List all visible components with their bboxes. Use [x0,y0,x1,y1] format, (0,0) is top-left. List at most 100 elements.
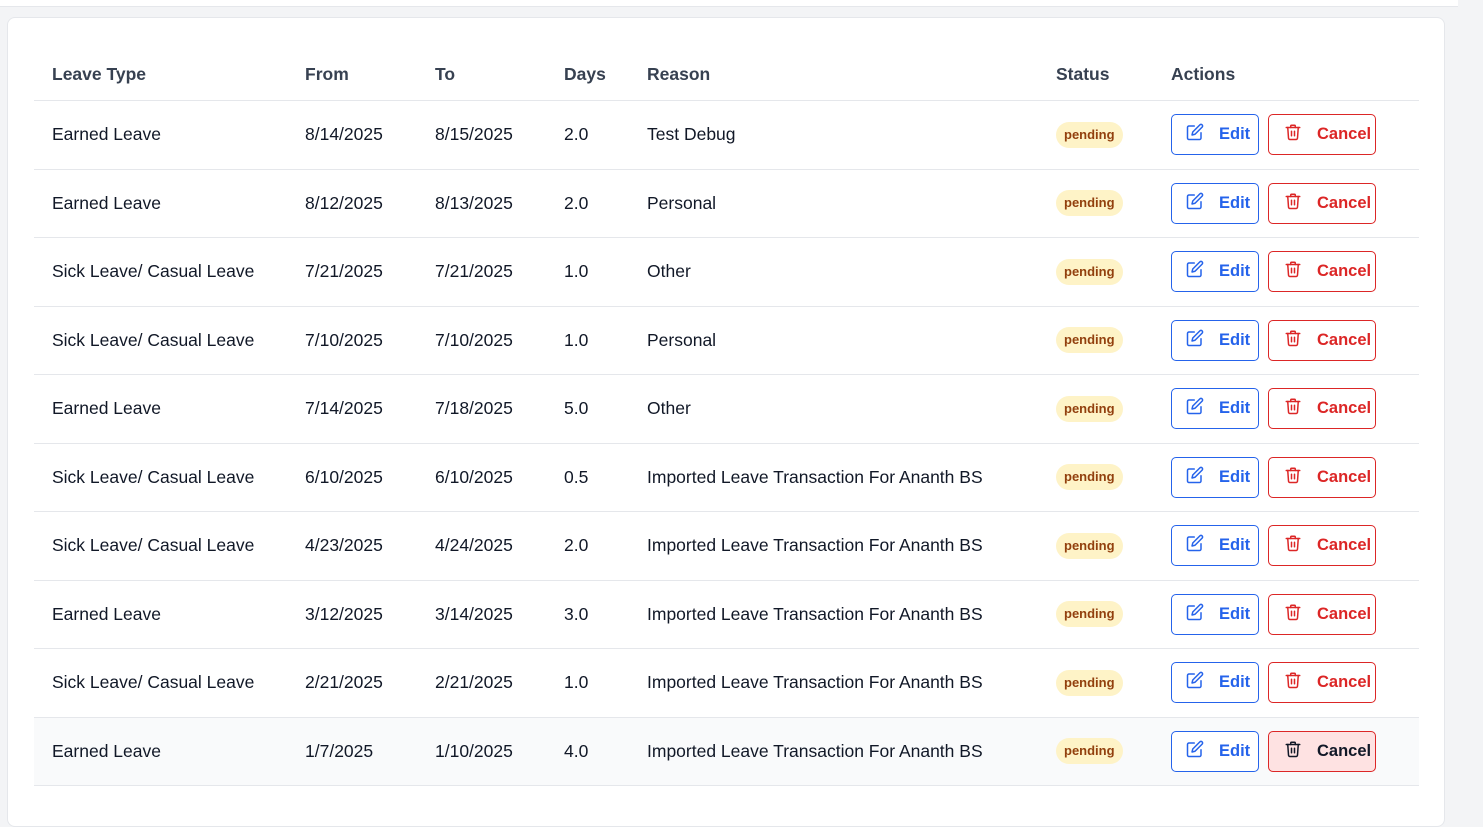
edit-icon [1186,603,1219,626]
cancel-button[interactable]: Cancel [1268,319,1376,361]
cancel-button[interactable]: Cancel [1268,456,1376,498]
cell-days: 4.0 [564,740,589,761]
cell-leave-type: Earned Leave [52,603,161,624]
cell-to: 3/14/2025 [435,603,513,624]
cancel-button-label: Cancel [1317,741,1372,760]
edit-button[interactable]: Edit [1171,251,1259,293]
cell-reason: Imported Leave Transaction For Ananth BS [647,603,983,624]
cancel-button-label: Cancel [1317,193,1372,212]
cancel-button[interactable]: Cancel [1268,593,1376,635]
status-badge: pending [1056,121,1123,148]
edit-icon [1186,192,1219,215]
table-body: Earned Leave 8/14/2025 8/15/2025 2.0 Test De… [34,101,1419,786]
edit-button-label: Edit [1219,262,1251,281]
table-row: Sick Leave/ Casual Leave 4/23/2025 4/24/20… [34,512,1419,581]
edit-button[interactable]: Edit [1171,730,1259,772]
edit-button[interactable]: Edit [1171,525,1259,567]
header-days: Days [564,64,606,84]
cell-from: 8/12/2025 [305,192,383,213]
cell-leave-type: Earned Leave [52,398,161,419]
trash-icon [1284,671,1317,694]
edit-button[interactable]: Edit [1171,114,1259,156]
status-badge: pending [1056,464,1123,491]
edit-icon [1186,397,1219,420]
cancel-button-label: Cancel [1317,399,1372,418]
cell-to: 7/10/2025 [435,329,513,350]
edit-button-label: Edit [1219,741,1251,760]
cancel-button[interactable]: Cancel [1268,662,1376,704]
edit-button-label: Edit [1219,330,1251,349]
cell-leave-type: Earned Leave [52,192,161,213]
top-bar [0,0,1483,7]
cell-status: pending [1056,601,1171,628]
cancel-button[interactable]: Cancel [1268,182,1376,224]
cell-reason: Imported Leave Transaction For Ananth BS [647,466,983,487]
cell-to: 6/10/2025 [435,466,513,487]
cell-reason: Imported Leave Transaction For Ananth BS [647,672,983,693]
cell-days: 1.0 [564,672,589,693]
status-badge: pending [1056,601,1123,628]
cell-actions: Edit Cancel [1171,114,1376,156]
cell-status: pending [1056,669,1171,696]
edit-button-label: Edit [1219,467,1251,486]
cancel-button-label: Cancel [1317,467,1372,486]
cell-status: pending [1056,327,1171,354]
cell-actions: Edit Cancel [1171,593,1376,635]
edit-button[interactable]: Edit [1171,319,1259,361]
header-from: From [305,64,349,84]
cell-leave-type: Earned Leave [52,740,161,761]
cell-leave-type: Sick Leave/ Casual Leave [52,672,255,693]
edit-button-label: Edit [1219,193,1251,212]
cell-days: 2.0 [564,535,589,556]
cell-leave-type: Sick Leave/ Casual Leave [52,261,255,282]
trash-icon [1284,329,1317,352]
cell-actions: Edit Cancel [1171,662,1376,704]
cell-from: 2/21/2025 [305,672,383,693]
cancel-button[interactable]: Cancel [1268,525,1376,567]
cancel-button-label: Cancel [1317,262,1372,281]
edit-button-label: Edit [1219,604,1251,623]
scrollbar[interactable] [1458,0,1483,811]
cell-to: 8/15/2025 [435,124,513,145]
cancel-button-label: Cancel [1317,125,1372,144]
cell-days: 5.0 [564,398,589,419]
cell-reason: Test Debug [647,124,736,145]
cell-to: 8/13/2025 [435,192,513,213]
trash-icon [1284,192,1317,215]
cell-to: 4/24/2025 [435,535,513,556]
edit-button[interactable]: Edit [1171,456,1259,498]
table-row: Earned Leave 3/12/2025 3/14/2025 3.0 Importe… [34,581,1419,649]
cell-days: 1.0 [564,261,589,282]
cell-days: 2.0 [564,192,589,213]
edit-button[interactable]: Edit [1171,593,1259,635]
cell-status: pending [1056,738,1171,765]
cell-status: pending [1056,258,1171,285]
table-row: Earned Leave 8/14/2025 8/15/2025 2.0 Test De… [34,101,1419,170]
status-badge: pending [1056,258,1123,285]
status-badge: pending [1056,395,1123,422]
edit-icon [1186,123,1219,146]
cancel-button-label: Cancel [1317,673,1372,692]
trash-icon [1284,123,1317,146]
cell-from: 3/12/2025 [305,603,383,624]
cancel-button[interactable]: Cancel [1268,114,1376,156]
status-badge: pending [1056,190,1123,217]
cell-days: 0.5 [564,466,589,487]
cancel-button-label: Cancel [1317,536,1372,555]
cell-status: pending [1056,190,1171,217]
cell-from: 7/21/2025 [305,261,383,282]
cell-leave-type: Earned Leave [52,124,161,145]
cancel-button[interactable]: Cancel [1268,251,1376,293]
edit-button[interactable]: Edit [1171,388,1259,430]
cell-status: pending [1056,532,1171,559]
edit-button[interactable]: Edit [1171,182,1259,224]
cell-reason: Imported Leave Transaction For Ananth BS [647,740,983,761]
edit-icon [1186,260,1219,283]
cancel-button[interactable]: Cancel [1268,730,1376,772]
status-badge: pending [1056,532,1123,559]
cancel-button[interactable]: Cancel [1268,388,1376,430]
cell-to: 1/10/2025 [435,740,513,761]
cell-reason: Personal [647,329,717,350]
edit-button[interactable]: Edit [1171,662,1259,704]
table-header-row: Leave Type From To Days Reason Status Ac… [34,64,1419,101]
